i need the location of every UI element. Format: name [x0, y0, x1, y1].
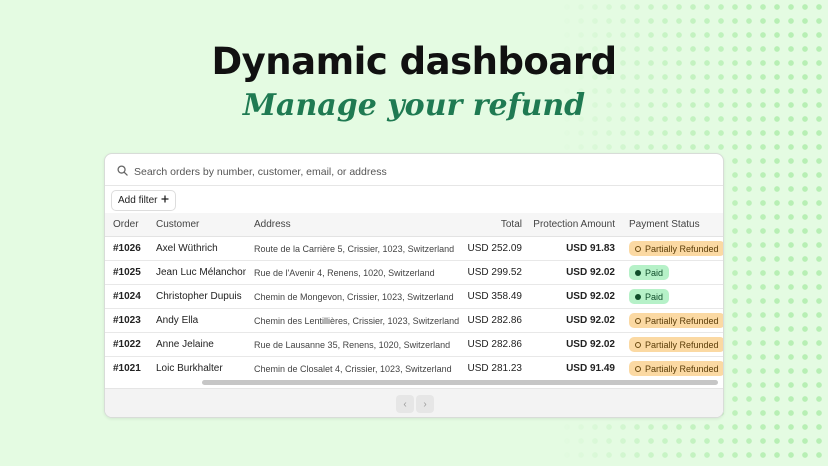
table-row[interactable]: #1026 Axel Wüthrich Route de la Carrière 5… — [105, 236, 723, 261]
add-filter-button[interactable]: Add filter — [111, 190, 177, 211]
status-badge: Partially Refunded — [629, 361, 723, 376]
column-header-protection-amount[interactable]: Protection Amount — [528, 213, 621, 237]
status-badge: Partially Refunded — [629, 337, 723, 352]
status-label: Partially Refunded — [645, 243, 719, 254]
customer-name: Axel Wüthrich — [148, 236, 246, 261]
address-cell: Chemin de Closalet 4, Crissier, 1023, Sw… — [246, 356, 460, 379]
table-header-row: Order Customer Address Total Protection … — [105, 213, 723, 237]
total-cell: USD 281.23 — [460, 356, 528, 379]
address-cell: Rue de Lausanne 35, Renens, 1020, Switze… — [246, 332, 460, 357]
search-input[interactable] — [134, 166, 694, 178]
total-cell: USD 282.86 — [460, 332, 528, 357]
order-number: #1023 — [105, 308, 148, 333]
order-number: #1022 — [105, 332, 148, 357]
status-badge: Paid — [629, 289, 670, 304]
status-label: Partially Refunded — [645, 363, 719, 374]
table-row[interactable]: #1025 Jean Luc Mélanchon Rue de l'Avenir 4… — [105, 260, 723, 285]
horizontal-scrollbar[interactable] — [202, 380, 718, 385]
orders-panel: Add filter Order Customer Address Total … — [104, 153, 724, 418]
address-cell: Chemin des Lentillières, Crissier, 1023,… — [246, 308, 460, 333]
search-bar[interactable] — [111, 158, 715, 186]
divider — [105, 185, 723, 186]
page-title: Dynamic dashboard — [211, 40, 617, 83]
address-cell: Route de la Carrière 5, Crissier, 1023, … — [246, 236, 460, 261]
table-row[interactable]: #1022 Anne Jelaine Rue de Lausanne 35, Ren… — [105, 332, 723, 357]
payment-status-cell: Partially Refunded — [621, 236, 723, 261]
protection-amount-cell: USD 92.02 — [528, 308, 621, 333]
orders-table-container: Order Customer Address Total Protection … — [105, 213, 723, 379]
previous-page-button[interactable]: ‹ — [396, 395, 414, 413]
status-label: Paid — [645, 267, 664, 278]
column-header-payment-status[interactable]: Payment Status — [621, 213, 723, 237]
column-header-address[interactable]: Address — [246, 213, 460, 237]
total-cell: USD 358.49 — [460, 284, 528, 309]
status-label: Partially Refunded — [645, 339, 719, 350]
plus-icon — [161, 195, 169, 206]
orders-table: Order Customer Address Total Protection … — [105, 213, 723, 379]
status-badge: Partially Refunded — [629, 241, 723, 256]
address-cell: Chemin de Mongevon, Crissier, 1023, Swit… — [246, 284, 460, 309]
protection-amount-cell: USD 92.02 — [528, 332, 621, 357]
customer-name: Loic Burkhalter — [148, 356, 246, 379]
order-number: #1025 — [105, 260, 148, 285]
refund-circle-icon — [635, 341, 641, 348]
status-badge: Paid — [629, 265, 670, 280]
table-row[interactable]: #1024 Christopher Dupuis Chemin de Mongevo… — [105, 284, 723, 309]
table-row[interactable]: #1023 Andy Ella Chemin des Lentillières, C… — [105, 308, 723, 333]
chevron-left-icon: ‹ — [403, 398, 407, 410]
add-filter-label: Add filter — [118, 195, 158, 206]
protection-amount-cell: USD 91.83 — [528, 236, 621, 261]
protection-amount-cell: USD 92.02 — [528, 260, 621, 285]
column-header-customer[interactable]: Customer — [148, 213, 246, 237]
order-number: #1024 — [105, 284, 148, 309]
page-subtitle: Manage your refund — [242, 88, 586, 123]
search-icon — [111, 163, 134, 181]
order-number: #1021 — [105, 356, 148, 379]
status-label: Paid — [645, 291, 664, 302]
order-number: #1026 — [105, 236, 148, 261]
payment-status-cell: Paid — [621, 284, 723, 309]
refund-circle-icon — [635, 317, 641, 324]
protection-amount-cell: USD 91.49 — [528, 356, 621, 379]
paid-dot-icon — [635, 293, 641, 300]
payment-status-cell: Paid — [621, 260, 723, 285]
customer-name: Christopher Dupuis — [148, 284, 246, 309]
column-header-total[interactable]: Total — [460, 213, 528, 237]
status-badge: Partially Refunded — [629, 313, 723, 328]
column-header-order[interactable]: Order — [105, 213, 148, 237]
customer-name: Andy Ella — [148, 308, 246, 333]
pagination-footer: ‹ › — [105, 388, 723, 417]
customer-name: Anne Jelaine — [148, 332, 246, 357]
protection-amount-cell: USD 92.02 — [528, 284, 621, 309]
status-label: Partially Refunded — [645, 315, 719, 326]
payment-status-cell: Partially Refunded — [621, 356, 723, 379]
refund-circle-icon — [635, 245, 641, 252]
total-cell: USD 299.52 — [460, 260, 528, 285]
payment-status-cell: Partially Refunded — [621, 332, 723, 357]
table-row[interactable]: #1021 Loic Burkhalter Chemin de Closalet 4… — [105, 356, 723, 379]
refund-circle-icon — [635, 365, 641, 372]
next-page-button[interactable]: › — [416, 395, 434, 413]
paid-dot-icon — [635, 269, 641, 276]
payment-status-cell: Partially Refunded — [621, 308, 723, 333]
total-cell: USD 282.86 — [460, 308, 528, 333]
customer-name: Jean Luc Mélanchon — [148, 260, 246, 285]
address-cell: Rue de l'Avenir 4, Renens, 1020, Switzer… — [246, 260, 460, 285]
chevron-right-icon: › — [423, 398, 427, 410]
total-cell: USD 252.09 — [460, 236, 528, 261]
